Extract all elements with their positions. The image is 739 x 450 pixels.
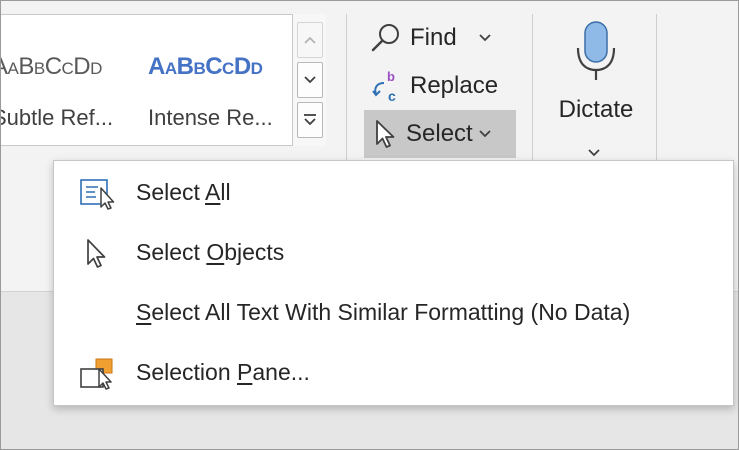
replace-label: Replace bbox=[410, 72, 499, 99]
cursor-arrow-icon bbox=[376, 120, 395, 148]
group-separator bbox=[532, 14, 533, 162]
style-preview: AaBbCcDd bbox=[0, 53, 102, 80]
group-separator bbox=[346, 14, 347, 162]
menu-item-select-all[interactable]: Select All bbox=[54, 165, 733, 221]
dictate-label: Dictate bbox=[558, 96, 634, 123]
replace-button[interactable]: b c Replace bbox=[370, 66, 498, 106]
menu-item-label: Select Objects bbox=[136, 239, 285, 265]
style-name: Subtle Ref... bbox=[0, 105, 114, 130]
find-button[interactable]: Find bbox=[370, 18, 491, 58]
gallery-more-button[interactable] bbox=[297, 102, 323, 138]
selection-pane-icon bbox=[78, 357, 118, 391]
gallery-scroll-up-button[interactable] bbox=[297, 22, 323, 58]
dictate-button[interactable]: Dictate bbox=[548, 16, 644, 157]
menu-item-label: Select All bbox=[136, 179, 231, 205]
replace-icon: b c bbox=[372, 69, 396, 103]
select-button[interactable]: Select bbox=[364, 110, 516, 158]
chevron-up-icon bbox=[304, 36, 316, 44]
style-name: Intense Re... bbox=[148, 105, 273, 130]
chevron-down-icon bbox=[304, 76, 316, 84]
select-dropdown-arrow[interactable] bbox=[479, 130, 491, 138]
style-intense-reference[interactable]: AaBbCcDd Intense Re... bbox=[148, 15, 293, 145]
select-all-icon bbox=[78, 177, 118, 211]
style-subtle-reference[interactable]: AaBbCcDd Subtle Ref... bbox=[0, 15, 137, 145]
chevron-down-icon bbox=[588, 149, 600, 157]
menu-item-select-objects[interactable]: Select Objects bbox=[54, 225, 733, 281]
menu-item-label: Select All Text With Similar Formatting … bbox=[136, 299, 631, 325]
menu-item-label: Selection Pane... bbox=[136, 359, 310, 385]
menu-item-selection-pane[interactable]: Selection Pane... bbox=[54, 345, 733, 401]
microphone-icon bbox=[576, 21, 616, 80]
select-dropdown-menu: Select All Select Objects Select All Tex… bbox=[53, 160, 734, 406]
find-dropdown-arrow[interactable] bbox=[479, 34, 491, 42]
menu-item-select-similar-formatting[interactable]: Select All Text With Similar Formatting … bbox=[54, 285, 733, 341]
find-label: Find bbox=[410, 24, 457, 51]
svg-text:c: c bbox=[388, 88, 396, 103]
svg-text:b: b bbox=[387, 69, 395, 84]
more-down-icon bbox=[304, 114, 316, 126]
group-separator bbox=[656, 14, 657, 162]
chevron-down-icon bbox=[479, 130, 491, 138]
style-preview: AaBbCcDd bbox=[148, 53, 263, 80]
search-icon bbox=[371, 24, 399, 52]
select-label: Select bbox=[406, 120, 473, 147]
styles-gallery: AaBbCcDd Subtle Ref... AaBbCcDd Intense … bbox=[0, 14, 326, 146]
gallery-scrollbar bbox=[292, 14, 326, 146]
chevron-down-icon bbox=[479, 34, 491, 42]
select-objects-icon bbox=[78, 237, 118, 271]
gallery-scroll-down-button[interactable] bbox=[297, 62, 323, 98]
